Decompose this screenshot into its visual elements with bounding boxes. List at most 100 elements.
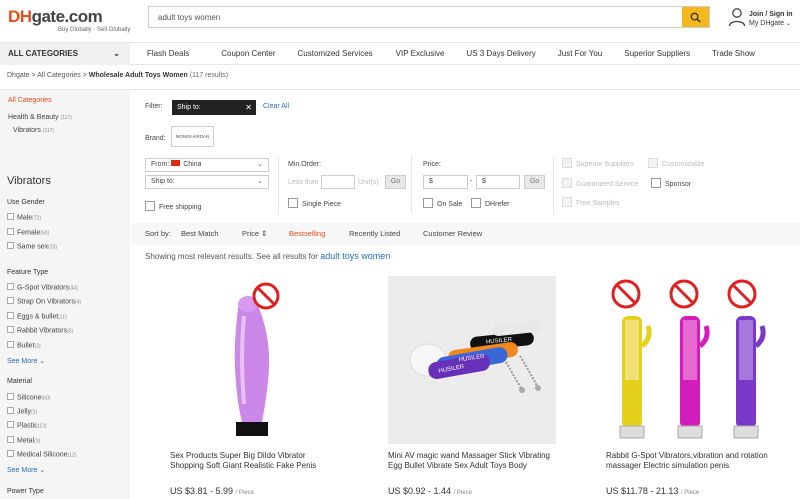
product-title[interactable]: Rabbit G-Spot Vibrators,vibration and ro…	[606, 451, 776, 471]
filter-option[interactable]: Strap On Vibrators(4)	[7, 297, 81, 305]
price-go-button[interactable]: Go	[524, 175, 545, 189]
filter-group-title: Use Gender	[7, 199, 45, 206]
all-categories-menu[interactable]: ALL CATEGORIES ⌄	[0, 43, 130, 65]
product-image[interactable]: HUSILER HUSILER HUSILER	[388, 276, 556, 444]
product-title[interactable]: Sex Products Super Big Dildo Vibrator Sh…	[170, 451, 340, 471]
min-order-input[interactable]	[321, 175, 355, 189]
brand-option[interactable]: MONEKAIRDAN	[171, 126, 214, 147]
search-icon	[690, 12, 701, 23]
checkbox[interactable]	[7, 312, 14, 319]
product-price: US $3.81 - 5.99 / Piece	[170, 486, 254, 496]
checkbox[interactable]	[7, 283, 14, 290]
nav-us-3-days[interactable]: US 3 Days Delivery	[466, 43, 535, 65]
filter-option[interactable]: Silicone(60)	[7, 393, 50, 401]
sort-bar: Sort by: Best Match Price ⇕ Bestselling …	[131, 223, 800, 245]
dhrefer-option[interactable]: DHrefer	[471, 198, 510, 209]
breadcrumb-all-categories[interactable]: All Categories	[37, 72, 81, 79]
filter-option[interactable]: Eggs & bullet(11)	[7, 312, 67, 320]
ship-to-filter-tag[interactable]: Ship to: ✕	[172, 100, 256, 115]
sidebar-item-health-beauty[interactable]: Health & Beauty (117)	[8, 114, 72, 121]
nav-flash-deals[interactable]: Flash Deals	[147, 43, 189, 65]
no-symbol-icon	[727, 279, 757, 309]
checkbox[interactable]	[7, 213, 14, 220]
checkbox[interactable]	[7, 436, 14, 443]
sort-bestselling[interactable]: Bestselling	[289, 223, 325, 245]
nav-just-for-you[interactable]: Just For You	[558, 43, 602, 65]
filter-option[interactable]: Medical Silicone(12)	[7, 450, 77, 458]
checkbox[interactable]	[7, 393, 14, 400]
checkbox[interactable]	[7, 326, 14, 333]
checkbox[interactable]	[7, 407, 14, 414]
product-image[interactable]	[606, 276, 774, 444]
checkbox[interactable]	[7, 450, 14, 457]
checkbox[interactable]	[7, 297, 14, 304]
sort-best-match[interactable]: Best Match	[181, 223, 219, 245]
join-signin-link[interactable]: Join / Sign in	[749, 11, 793, 18]
sort-price[interactable]: Price ⇕	[242, 223, 267, 245]
sidebar-all-categories[interactable]: All Categories	[8, 97, 52, 104]
dhgate-logo[interactable]: DHgate.com	[8, 8, 103, 25]
checkbox[interactable]	[562, 178, 572, 188]
filter-option[interactable]: Male(72)	[7, 213, 41, 221]
checkbox[interactable]	[7, 228, 14, 235]
superior-suppliers-option[interactable]: Superior Suppliers	[562, 158, 634, 169]
filter-option[interactable]: Jelly(3)	[7, 407, 37, 415]
free-shipping-checkbox[interactable]	[145, 201, 155, 211]
single-piece-checkbox[interactable]	[288, 198, 298, 208]
see-more-link[interactable]: See More ⌄	[7, 466, 45, 474]
breadcrumb: Dhgate > All Categories > Wholesale Adul…	[7, 72, 229, 79]
sidebar-item-vibrators[interactable]: Vibrators (117)	[13, 127, 54, 134]
search-button[interactable]	[682, 7, 709, 27]
category-nav: ALL CATEGORIES ⌄ Flash Deals Coupon Cente…	[0, 42, 800, 65]
single-piece-option[interactable]: Single Piece	[288, 198, 341, 209]
nav-coupon-center[interactable]: Coupon Center	[221, 43, 275, 65]
nav-trade-show[interactable]: Trade Show	[712, 43, 755, 65]
on-sale-checkbox[interactable]	[423, 198, 433, 208]
filter-option[interactable]: Female(50)	[7, 228, 49, 236]
header: DHgate.com Buy Globally · Sell Globally …	[0, 0, 800, 38]
guaranteed-service-option[interactable]: Guaranteed Service	[562, 178, 638, 189]
checkbox[interactable]	[7, 341, 14, 348]
from-select[interactable]: From: China ⌄	[145, 158, 269, 172]
checkbox[interactable]	[562, 197, 572, 207]
search-input[interactable]	[149, 7, 683, 27]
sort-recently-listed[interactable]: Recently Listed	[349, 223, 400, 245]
price-min-input[interactable]: $	[423, 175, 468, 189]
ship-to-select[interactable]: Ship to: ⌄	[145, 175, 269, 189]
sort-customer-review[interactable]: Customer Review	[423, 223, 482, 245]
clear-all-link[interactable]: Clear All	[263, 103, 289, 110]
nav-superior-suppliers[interactable]: Superior Suppliers	[624, 43, 690, 65]
close-icon[interactable]: ✕	[245, 100, 252, 115]
filter-option[interactable]: G-Spot Vibrators(44)	[7, 283, 78, 291]
breadcrumb-home[interactable]: Dhgate	[7, 72, 30, 79]
sponsor-option[interactable]: Sponsor	[651, 178, 691, 189]
filter-option[interactable]: Metal(3)	[7, 436, 40, 444]
see-more-link[interactable]: See More ⌄	[7, 357, 45, 365]
nav-vip-exclusive[interactable]: VIP Exclusive	[396, 43, 445, 65]
filter-option[interactable]: Plastic(12)	[7, 421, 47, 429]
checkbox[interactable]	[651, 178, 661, 188]
price-max-input[interactable]: $	[476, 175, 520, 189]
dhrefer-checkbox[interactable]	[471, 198, 481, 208]
product-title[interactable]: Mini AV magic wand Massager Stick Vibrat…	[388, 451, 558, 471]
sidebar: All Categories Health & Beauty (117) Vib…	[0, 90, 130, 499]
my-dhgate-link[interactable]: My DHgate	[749, 20, 784, 27]
see-all-results-link[interactable]: adult toys women	[320, 251, 390, 261]
nav-customized-services[interactable]: Customized Services	[298, 43, 373, 65]
account-menu[interactable]: Join / Sign in My DHgate ⌄	[728, 7, 798, 31]
product-image[interactable]	[170, 276, 338, 444]
free-samples-option[interactable]: Free Samples	[562, 197, 620, 208]
checkbox[interactable]	[648, 158, 658, 168]
no-symbol-icon	[669, 279, 699, 309]
product-image-graphic	[170, 276, 338, 444]
checkbox[interactable]	[7, 421, 14, 428]
filter-option[interactable]: Same sex(20)	[7, 242, 57, 250]
filter-option[interactable]: Rabbit Vibrators(6)	[7, 326, 73, 334]
min-order-go-button[interactable]: Go	[385, 175, 406, 189]
customizable-option[interactable]: Customizable	[648, 158, 704, 169]
filter-option[interactable]: Bullet(3)	[7, 341, 41, 349]
checkbox[interactable]	[562, 158, 572, 168]
checkbox[interactable]	[7, 242, 14, 249]
on-sale-option[interactable]: On Sale	[423, 198, 462, 209]
free-shipping-option[interactable]: Free shipping	[145, 201, 201, 212]
